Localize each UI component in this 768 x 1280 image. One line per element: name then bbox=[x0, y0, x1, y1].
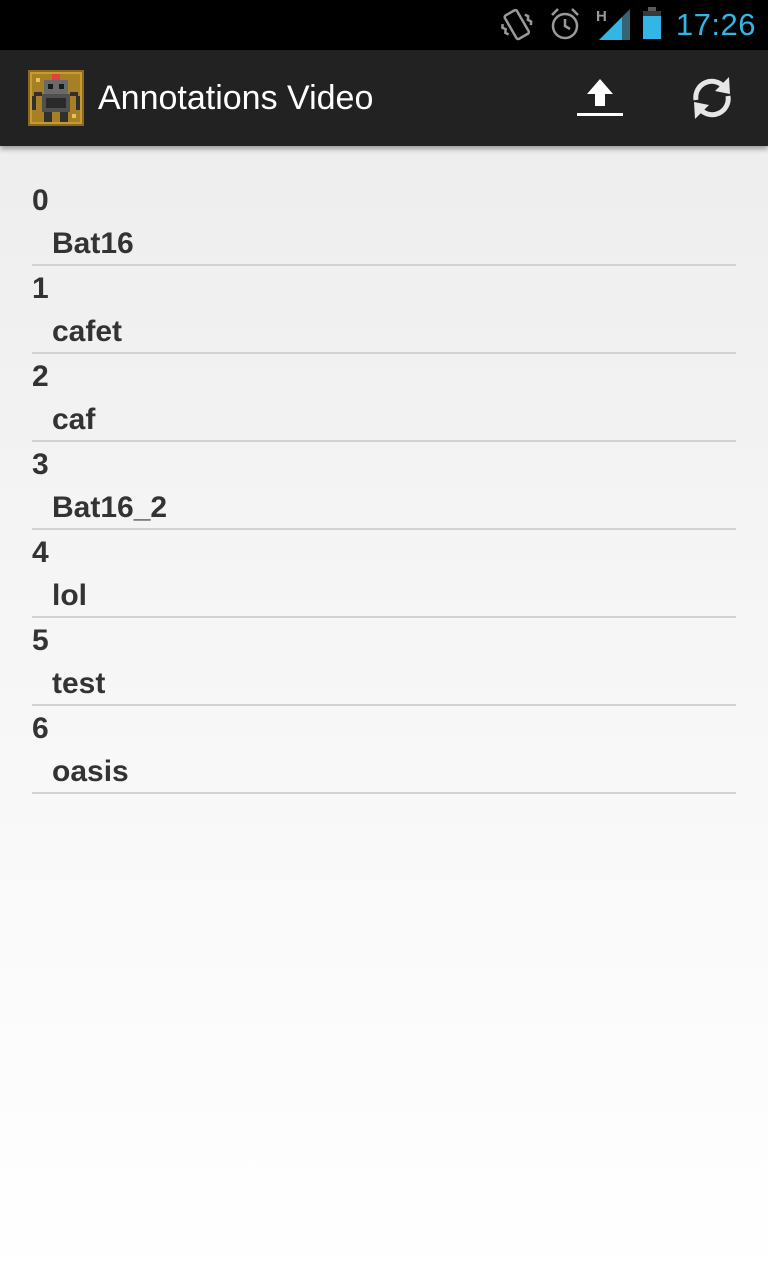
list-item[interactable]: 5 test bbox=[32, 618, 736, 706]
list-item-name: Bat16_2 bbox=[52, 491, 168, 524]
list-item-index: 1 bbox=[32, 272, 49, 305]
battery-icon bbox=[640, 0, 666, 50]
alarm-icon bbox=[547, 0, 583, 50]
network-type-label: H bbox=[596, 8, 607, 25]
app-title: Annotations Video bbox=[98, 79, 374, 117]
list-item[interactable]: 1 cafet bbox=[32, 266, 736, 354]
list-item[interactable]: 2 caf bbox=[32, 354, 736, 442]
list-item-index: 4 bbox=[32, 536, 49, 569]
list-item-name: lol bbox=[52, 579, 87, 612]
refresh-button[interactable] bbox=[664, 50, 760, 146]
vibrate-icon bbox=[500, 0, 534, 50]
annotations-list: 0 Bat16 1 cafet 2 caf 3 Bat16_2 4 lol 5 … bbox=[32, 178, 736, 794]
list-item[interactable]: 0 Bat16 bbox=[32, 178, 736, 266]
list-item-index: 3 bbox=[32, 448, 49, 481]
list-item-name: test bbox=[52, 667, 106, 700]
action-bar: Annotations Video bbox=[0, 50, 768, 146]
list-item-index: 0 bbox=[32, 184, 49, 217]
list-item-index: 5 bbox=[32, 624, 49, 657]
upload-button[interactable] bbox=[552, 50, 648, 146]
refresh-icon bbox=[693, 77, 731, 119]
signal-icon: H bbox=[596, 0, 632, 50]
list-item[interactable]: 4 lol bbox=[32, 530, 736, 618]
list-item[interactable]: 6 oasis bbox=[32, 706, 736, 794]
list-item-name: oasis bbox=[52, 755, 129, 788]
robot-app-icon[interactable] bbox=[28, 70, 84, 126]
list-item[interactable]: 3 Bat16_2 bbox=[32, 442, 736, 530]
list-item-name: Bat16 bbox=[52, 227, 134, 260]
list-item-index: 6 bbox=[32, 712, 49, 745]
list-item-name: cafet bbox=[52, 315, 123, 348]
upload-icon bbox=[577, 79, 623, 116]
status-time: 17:26 bbox=[675, 7, 756, 42]
list-item-index: 2 bbox=[32, 360, 49, 393]
status-bar: H 17:26 bbox=[0, 0, 768, 50]
list-item-name: caf bbox=[52, 403, 96, 436]
